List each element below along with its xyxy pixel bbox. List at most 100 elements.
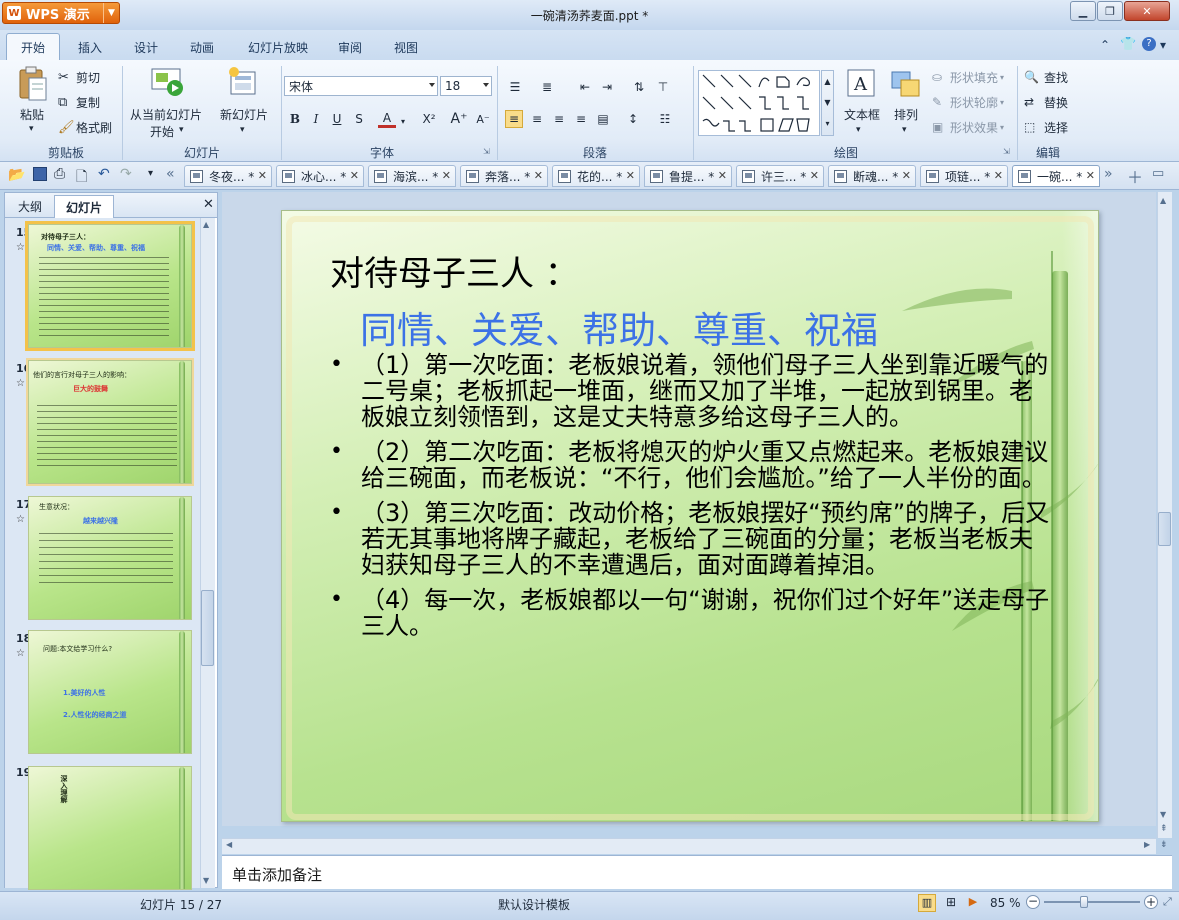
paste-button[interactable] (16, 66, 50, 104)
scroll-down-icon[interactable]: ▼ (1160, 810, 1166, 819)
slide-subtitle[interactable]: 同情、关爱、帮助、尊重、祝福 (360, 300, 878, 354)
play-from-current-icon[interactable] (150, 66, 184, 98)
close-tab-icon[interactable]: ✕ (626, 169, 635, 182)
open-folder-icon[interactable]: 📂 (8, 167, 25, 183)
close-tab-icon[interactable]: ✕ (1086, 169, 1095, 182)
thumbnail-scrollbar[interactable] (200, 218, 215, 888)
slideshow-view-icon[interactable]: ▶ (964, 894, 982, 912)
slide-sorter-icon[interactable]: ⊞ (942, 894, 960, 912)
justify-button[interactable]: ≡ (572, 110, 590, 128)
start-label[interactable]: 开始 (150, 123, 174, 140)
canvas-horizontal-scrollbar[interactable] (222, 838, 1156, 854)
slide-bullet-list[interactable]: （1）第一次吃面：老板娘说着，领他们母子三人坐到靠近暖气的二号桌；老板抓起一堆面… (330, 352, 1050, 648)
close-tab-icon[interactable]: ✕ (718, 169, 727, 182)
zoom-slider-track[interactable] (1044, 901, 1140, 903)
shapes-gallery-scroll[interactable]: ▲ ▼ ▾ (821, 70, 834, 136)
close-window-button[interactable]: ✕ (1124, 1, 1170, 21)
copy-button[interactable]: ⧉ 复制 (58, 93, 118, 111)
new-slide-icon[interactable] (228, 66, 258, 98)
redo-icon[interactable]: ↷ (120, 166, 132, 182)
format-painter-button[interactable]: 🖌 格式刷 (58, 118, 120, 136)
outline-tab[interactable]: 大纲 (8, 195, 52, 218)
next-slide-icon[interactable]: ⇟ (1160, 840, 1168, 850)
replace-button[interactable]: ⇄ 替换 (1024, 93, 1084, 111)
minimize-button[interactable]: ▁ (1070, 1, 1096, 21)
shape-fill-button[interactable]: ⛀ 形状填充 ▾ (932, 68, 1014, 86)
find-button[interactable]: 🔍 查找 (1024, 68, 1084, 86)
close-tab-icon[interactable]: ✕ (442, 169, 451, 182)
tab-design[interactable]: 设计 (122, 36, 170, 58)
undo-icon[interactable]: ↶ (98, 166, 110, 182)
shapes-gallery[interactable] (698, 70, 820, 136)
slide-thumbnail[interactable]: 生意状况： 越来越兴隆 (28, 496, 192, 620)
maximize-button[interactable]: ❐ (1097, 1, 1123, 21)
normal-view-icon[interactable]: ▥ (918, 894, 936, 912)
document-tab[interactable]: 冰心... * ✕ (276, 165, 364, 187)
canvas-scroll-thumb[interactable] (1158, 512, 1171, 546)
tab-slideshow[interactable]: 幻灯片放映 (238, 36, 318, 58)
font-size-select[interactable]: 18 (440, 76, 492, 96)
new-slide-label[interactable]: 新幻灯片 (220, 106, 268, 123)
tabs-scroll-left-icon[interactable]: « (166, 166, 175, 182)
textbox-label[interactable]: 文本框 (844, 106, 880, 123)
help-dropdown-icon[interactable]: ▾ (1160, 38, 1166, 52)
bullets-button[interactable]: ☰ (506, 78, 524, 96)
arrange-label[interactable]: 排列 (894, 106, 918, 123)
scroll-down-icon[interactable]: ▼ (203, 876, 209, 885)
font-name-select[interactable]: 宋体 (284, 76, 438, 96)
document-tab[interactable]: 奔落... * ✕ (460, 165, 548, 187)
thumbnail-scroll-thumb[interactable] (201, 590, 214, 666)
text-direction-button[interactable]: ⇅ (630, 78, 648, 96)
slide-thumbnail[interactable]: 问题:本文给学习什么? 1.美好的人性 2.人性化的经商之道 (28, 630, 192, 754)
document-tab[interactable]: 项链... * ✕ (920, 165, 1008, 187)
bold-button[interactable]: B (286, 110, 304, 128)
slide-title[interactable]: 对待母子三人 ： (330, 246, 579, 295)
align-left-button[interactable]: ≡ (505, 110, 523, 128)
slides-tab[interactable]: 幻灯片 (54, 195, 114, 218)
cut-button[interactable]: ✂ 剪切 (58, 68, 118, 86)
close-panel-icon[interactable]: ✕ (203, 197, 214, 212)
notes-pane[interactable]: 单击添加备注 (222, 855, 1172, 889)
skin-icon[interactable]: 👕 (1120, 37, 1136, 52)
close-tab-icon[interactable]: ✕ (534, 169, 543, 182)
collapse-ribbon-icon[interactable]: ⌃ (1100, 38, 1110, 52)
italic-button[interactable]: I (307, 110, 325, 128)
textbox-icon[interactable]: A (846, 68, 876, 100)
document-tab[interactable]: 鲁提... * ✕ (644, 165, 732, 187)
scroll-left-icon[interactable]: ◀ (226, 840, 232, 849)
align-center-button[interactable]: ≡ (528, 110, 546, 128)
from-current-label[interactable]: 从当前幻灯片 (130, 106, 202, 123)
line-spacing-button[interactable]: ↕ (624, 110, 642, 128)
slide-thumbnail[interactable]: 他们的言行对母子三人的影响： 巨大的鼓舞 (26, 358, 194, 486)
arrange-dropdown-icon[interactable]: ▾ (902, 125, 907, 135)
zoom-slider-thumb[interactable] (1080, 896, 1088, 908)
new-tab-plus-icon[interactable]: ＋ (1127, 164, 1143, 188)
font-color-dropdown-icon[interactable]: ▾ (394, 112, 412, 130)
previous-slide-icon[interactable]: ⇞ (1160, 824, 1168, 834)
slide-thumbnail[interactable]: 深入理解 (28, 766, 192, 890)
wps-app-menu-button[interactable]: W WPS 演示 ▼ (2, 2, 120, 24)
new-slide-dropdown-icon[interactable]: ▾ (240, 125, 245, 135)
shape-outline-button[interactable]: ✎ 形状轮廓 ▾ (932, 93, 1014, 111)
shape-effect-button[interactable]: ▣ 形状效果 ▾ (932, 118, 1014, 136)
scroll-up-icon[interactable]: ▲ (1160, 196, 1166, 205)
tab-list-icon[interactable]: ▭ (1152, 166, 1164, 181)
tab-animation[interactable]: 动画 (178, 36, 226, 58)
underline-button[interactable]: U (328, 110, 346, 128)
start-dropdown-icon[interactable]: ▾ (179, 125, 184, 135)
tab-insert[interactable]: 插入 (66, 36, 114, 58)
select-button[interactable]: ⬚ 选择 (1024, 118, 1084, 136)
numbering-button[interactable]: ≣ (538, 78, 556, 96)
tab-view[interactable]: 视图 (382, 36, 430, 58)
scroll-right-icon[interactable]: ▶ (1144, 840, 1150, 849)
close-tab-icon[interactable]: ✕ (902, 169, 911, 182)
fit-window-icon[interactable]: ⤢ (1163, 895, 1172, 909)
document-tab[interactable]: 断魂... * ✕ (828, 165, 916, 187)
zoom-in-icon[interactable]: + (1144, 895, 1158, 909)
textbox-dropdown-icon[interactable]: ▾ (856, 125, 861, 135)
arrange-icon[interactable] (890, 68, 922, 100)
increase-indent-button[interactable]: ⇥ (598, 78, 616, 96)
paste-dropdown-icon[interactable]: ▾ (29, 124, 34, 134)
close-tab-icon[interactable]: ✕ (810, 169, 819, 182)
customize-toolbar-icon[interactable]: ▾ (148, 168, 153, 179)
